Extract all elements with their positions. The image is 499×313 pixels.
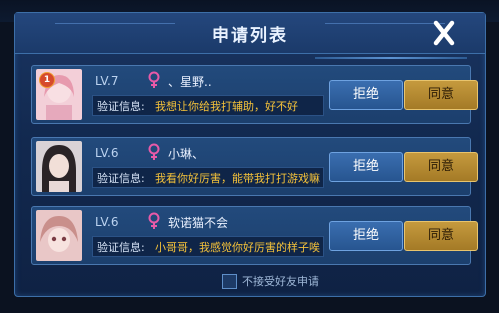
reject-button[interactable]: 拒绝 xyxy=(329,221,403,251)
verify-label: 验证信息: xyxy=(97,172,145,185)
user-nickname: 软诺猫不会 xyxy=(168,216,229,230)
footer: 不接受好友申请 xyxy=(15,271,485,293)
verify-label: 验证信息: xyxy=(97,241,145,254)
checkbox-label: 不接受好友申请 xyxy=(242,275,319,288)
verify-label: 验证信息: xyxy=(97,100,145,113)
close-icon xyxy=(433,20,455,46)
user-level: LV.7 xyxy=(95,74,119,88)
reject-all-checkbox[interactable] xyxy=(222,274,237,289)
accept-button[interactable]: 同意 xyxy=(404,152,478,182)
application-list-dialog: 申请列表 1 LV.7 、星野.. 验证信息: 我想让你给我打辅助，好不好 拒绝… xyxy=(14,12,486,297)
verify-message-box: 验证信息: 我看你好厉害，能带我打打游戏嘛 xyxy=(92,167,324,188)
avatar xyxy=(36,141,82,192)
verify-message: 小哥哥，我感觉你好厉害的样子唉 xyxy=(155,241,320,254)
accept-button[interactable]: 同意 xyxy=(404,221,478,251)
close-button[interactable] xyxy=(425,17,463,49)
accept-button[interactable]: 同意 xyxy=(404,80,478,110)
user-level: LV.6 xyxy=(95,215,119,229)
avatar xyxy=(36,210,82,261)
female-icon xyxy=(148,71,160,88)
verify-message-box: 验证信息: 小哥哥，我感觉你好厉害的样子唉 xyxy=(92,236,324,257)
dialog-title: 申请列表 xyxy=(212,26,288,46)
title-bar: 申请列表 xyxy=(15,13,485,54)
rank-badge: 1 xyxy=(39,72,55,88)
user-nickname: 、星野.. xyxy=(168,75,212,89)
female-icon xyxy=(148,212,160,229)
verify-message-box: 验证信息: 我想让你给我打辅助，好不好 xyxy=(92,95,324,116)
reject-button[interactable]: 拒绝 xyxy=(329,80,403,110)
user-level: LV.6 xyxy=(95,146,119,160)
reject-button[interactable]: 拒绝 xyxy=(329,152,403,182)
request-card: LV.6 软诺猫不会 验证信息: 小哥哥，我感觉你好厉害的样子唉 拒绝 同意 xyxy=(31,206,478,265)
verify-message: 我想让你给我打辅助，好不好 xyxy=(155,100,298,113)
user-nickname: 小琳、 xyxy=(168,147,205,161)
female-icon xyxy=(148,143,160,160)
tab-indicator-line xyxy=(315,57,467,59)
request-card: LV.6 小琳、 验证信息: 我看你好厉害，能带我打打游戏嘛 拒绝 同意 xyxy=(31,137,478,196)
verify-message: 我看你好厉害，能带我打打游戏嘛 xyxy=(155,172,320,185)
request-card: 1 LV.7 、星野.. 验证信息: 我想让你给我打辅助，好不好 拒绝 同意 xyxy=(31,65,478,124)
